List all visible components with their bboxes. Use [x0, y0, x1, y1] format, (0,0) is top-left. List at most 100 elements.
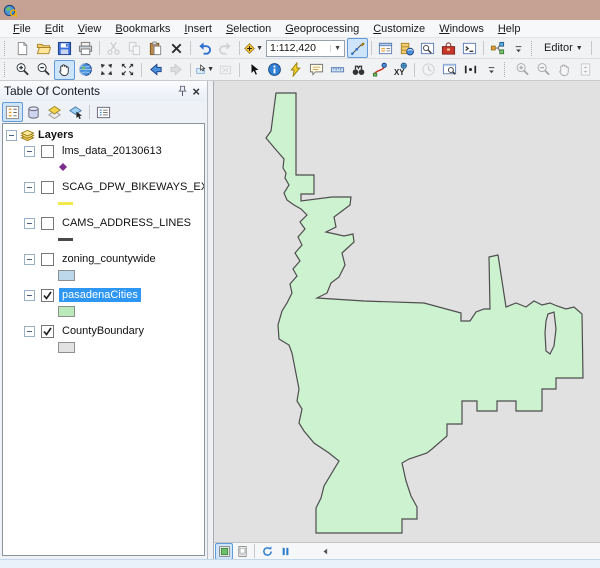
collapse-expander-icon[interactable] [24, 290, 35, 301]
layer-visibility-checkbox[interactable] [41, 289, 54, 302]
editor-menu-button[interactable]: Editor▼ [539, 42, 588, 54]
layout-zoom-100-button [596, 60, 600, 80]
refresh-view-button[interactable] [258, 543, 276, 560]
zoom-in-tool[interactable] [12, 60, 33, 80]
python-window-button[interactable] [459, 38, 480, 58]
menu-geoprocessing[interactable]: Geoprocessing [278, 22, 366, 36]
layout-toolbar-handle[interactable] [504, 62, 509, 77]
delete-button[interactable] [166, 38, 187, 58]
tools-toolbar-handle[interactable] [4, 62, 9, 77]
layout-zoom-out-tool [533, 60, 554, 80]
menu-file[interactable]: File [6, 22, 38, 36]
collapse-expander-icon[interactable] [24, 218, 35, 229]
menu-edit[interactable]: Edit [38, 22, 71, 36]
menu-selection[interactable]: Selection [219, 22, 278, 36]
print-button[interactable] [75, 38, 96, 58]
layer-symbol-row [3, 195, 204, 211]
identify-tool[interactable] [264, 60, 285, 80]
menu-windows[interactable]: Windows [432, 22, 491, 36]
layer-label[interactable]: zoning_countywide [59, 252, 159, 266]
open-button[interactable] [33, 38, 54, 58]
go-back-extent-button[interactable] [145, 60, 166, 80]
editor-toolbar-handle[interactable] [531, 41, 536, 56]
modelbuilder-button[interactable] [487, 38, 508, 58]
collapse-expander-icon[interactable] [24, 182, 35, 193]
scroll-left-button[interactable] [316, 543, 334, 560]
undo-button[interactable] [194, 38, 215, 58]
separator [591, 41, 592, 55]
layer-label[interactable]: SCAG_DPW_BIKEWAYS_EXISTING [59, 180, 205, 194]
select-elements-tool[interactable] [243, 60, 264, 80]
editor-sketch-snapping-button[interactable] [347, 38, 368, 58]
layer-label[interactable]: CountyBoundary [59, 324, 147, 338]
table-of-contents-window-button[interactable] [375, 38, 396, 58]
layer-label[interactable]: CAMS_ADDRESS_LINES [59, 216, 194, 230]
paste-button[interactable] [145, 38, 166, 58]
find-tool[interactable] [348, 60, 369, 80]
add-data-button[interactable]: ▼ [243, 38, 264, 58]
menu-bookmarks[interactable]: Bookmarks [108, 22, 177, 36]
fill-symbol[interactable] [58, 270, 75, 281]
create-viewer-window-button[interactable] [439, 60, 460, 80]
layout-view-button[interactable] [233, 543, 251, 560]
separator [371, 41, 372, 55]
menu-insert[interactable]: Insert [177, 22, 219, 36]
new-map-file-button[interactable] [12, 38, 33, 58]
list-by-drawing-order-button[interactable] [2, 102, 23, 122]
line-symbol[interactable] [58, 238, 73, 241]
fixed-zoom-out-button[interactable] [117, 60, 138, 80]
fill-symbol[interactable] [58, 306, 75, 317]
fixed-zoom-in-button[interactable] [96, 60, 117, 80]
standard-toolbar-handle[interactable] [4, 41, 9, 56]
fill-symbol[interactable] [58, 342, 75, 353]
zoom-out-tool[interactable] [33, 60, 54, 80]
county-boundary-shape[interactable] [266, 93, 583, 533]
collapse-expander-icon[interactable] [6, 130, 17, 141]
map-scale-combo[interactable]: 1:112,420▼ [266, 40, 345, 57]
measure-tool[interactable] [327, 60, 348, 80]
collapse-expander-icon[interactable] [24, 254, 35, 265]
data-view-button[interactable] [215, 543, 233, 560]
layer-label[interactable]: lms_data_20130613 [59, 144, 165, 158]
go-to-xy-button[interactable] [390, 60, 411, 80]
collapse-expander-icon[interactable] [24, 146, 35, 157]
menu-help[interactable]: Help [491, 22, 528, 36]
hyperlink-tool[interactable] [285, 60, 306, 80]
layer-label[interactable]: pasadenaCities [59, 288, 141, 302]
edit-tool-button [595, 38, 600, 58]
layer-row: pasadenaCities [3, 287, 204, 303]
html-popup-tool[interactable] [306, 60, 327, 80]
standard-overflow-button[interactable] [508, 38, 529, 58]
pan-tool[interactable] [54, 60, 75, 80]
map-canvas[interactable] [214, 81, 600, 543]
catalog-window-button[interactable] [396, 38, 417, 58]
full-extent-button[interactable] [75, 60, 96, 80]
layer-visibility-checkbox[interactable] [41, 253, 54, 266]
tools-overflow-button[interactable] [481, 60, 502, 80]
layer-visibility-checkbox[interactable] [41, 217, 54, 230]
menu-customize[interactable]: Customize [366, 22, 432, 36]
layer-visibility-checkbox[interactable] [41, 145, 54, 158]
toc-options-button[interactable] [93, 102, 114, 122]
layer-symbol-row [3, 267, 204, 283]
list-by-selection-button[interactable] [65, 102, 86, 122]
toc-root-layers[interactable]: Layers [3, 127, 204, 143]
search-window-button[interactable] [417, 38, 438, 58]
layer-visibility-checkbox[interactable] [41, 325, 54, 338]
save-button[interactable] [54, 38, 75, 58]
select-features-tool[interactable]: ▼ [194, 60, 215, 80]
layer-visibility-checkbox[interactable] [41, 181, 54, 194]
layer-row: lms_data_20130613 [3, 143, 204, 159]
distance-measure-button[interactable] [460, 60, 481, 80]
collapse-expander-icon[interactable] [24, 326, 35, 337]
list-by-source-button[interactable] [23, 102, 44, 122]
arctoolbox-window-button[interactable] [438, 38, 459, 58]
line-symbol[interactable] [58, 202, 73, 205]
find-route-button[interactable] [369, 60, 390, 80]
pin-icon[interactable] [176, 85, 189, 98]
point-symbol[interactable] [58, 162, 68, 172]
menu-view[interactable]: View [71, 22, 109, 36]
close-icon[interactable]: × [189, 85, 203, 98]
list-by-visibility-button[interactable] [44, 102, 65, 122]
pause-drawing-button[interactable] [276, 543, 294, 560]
